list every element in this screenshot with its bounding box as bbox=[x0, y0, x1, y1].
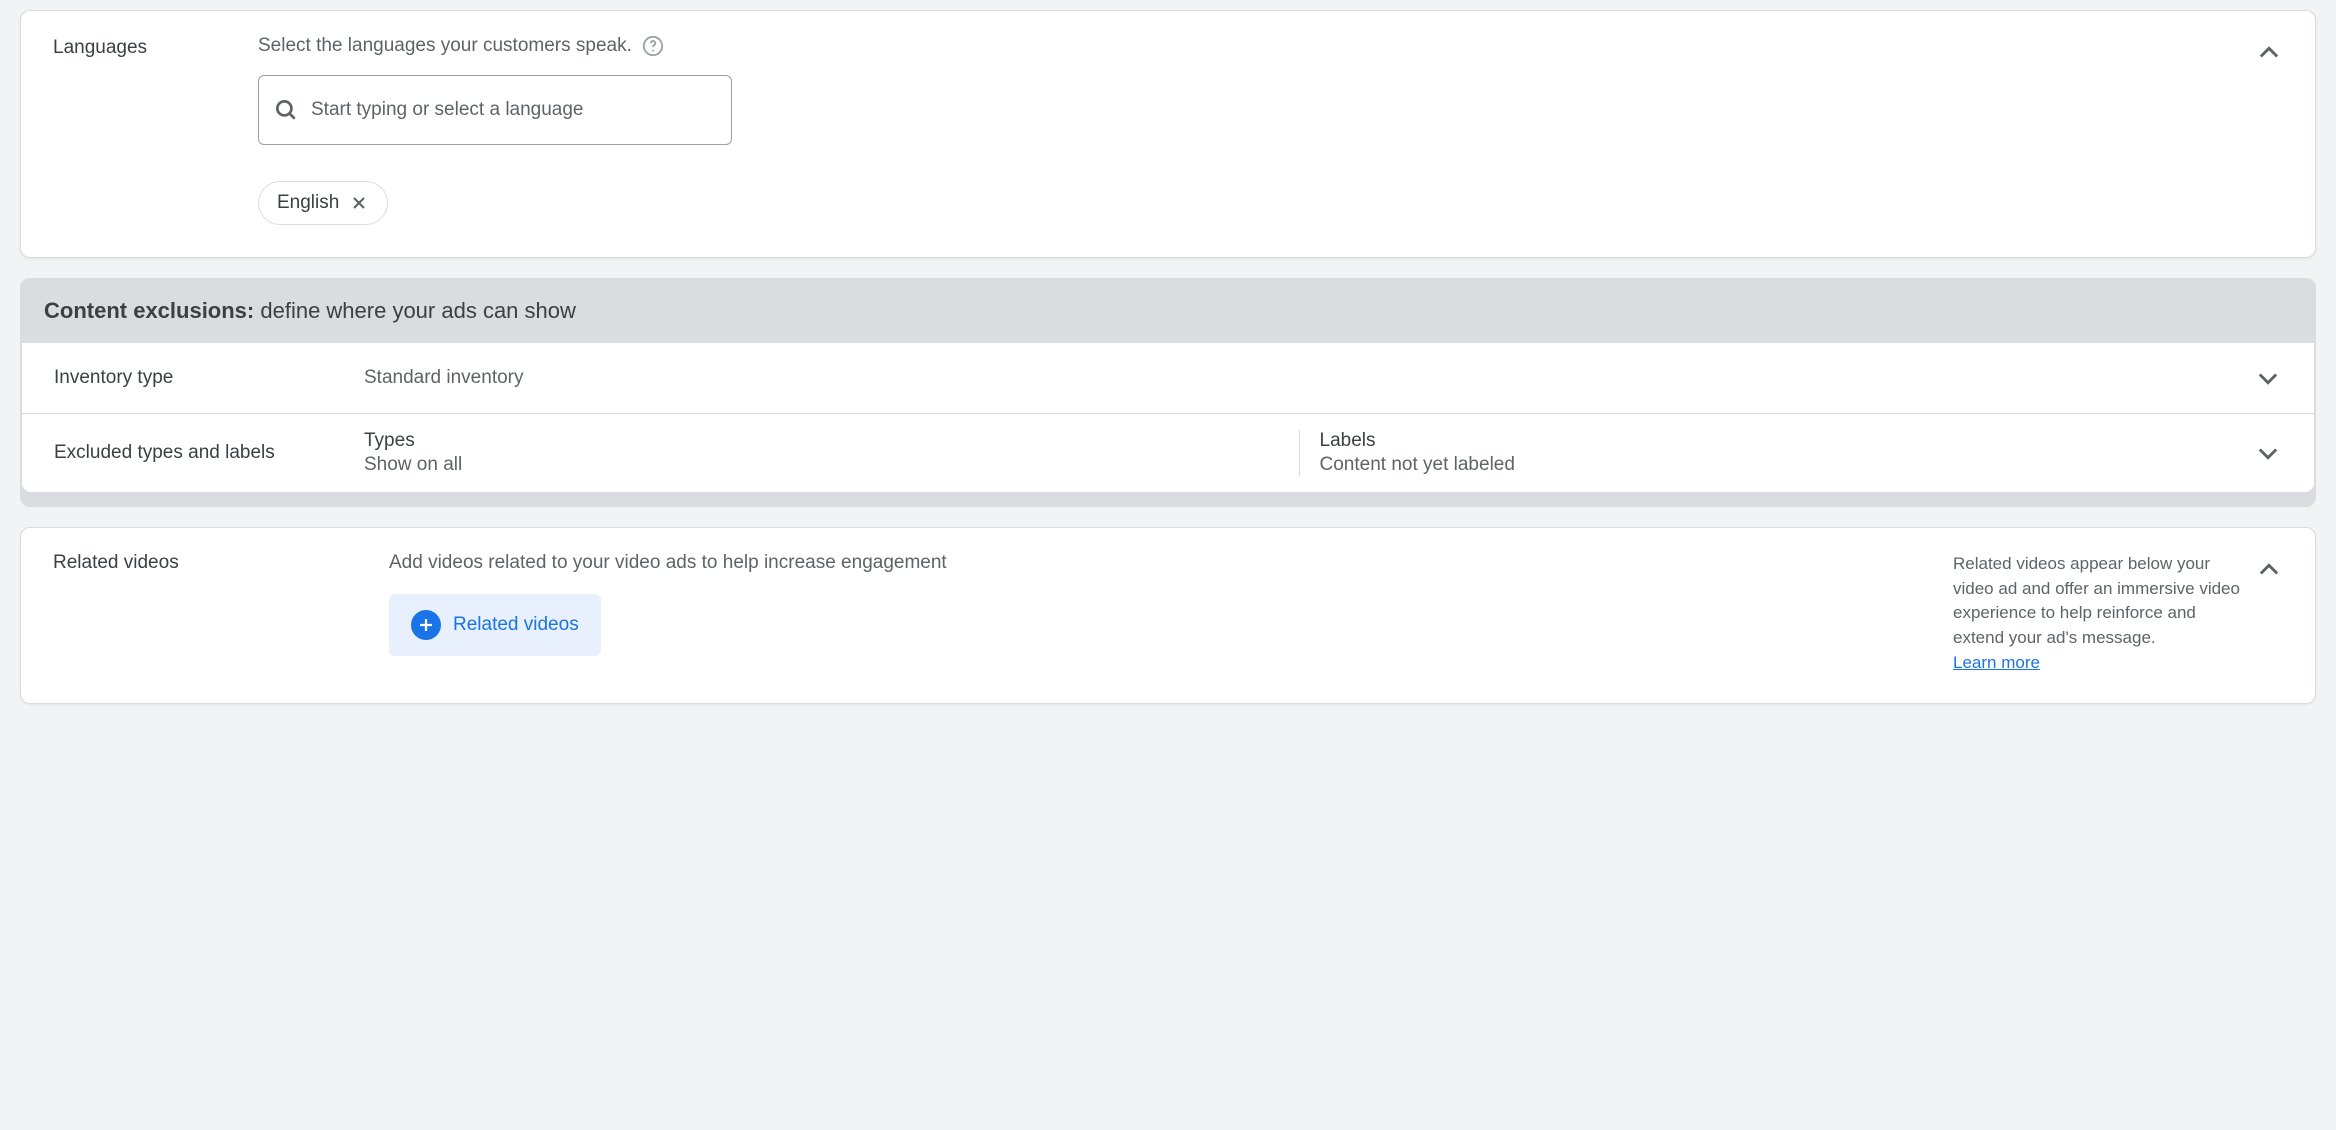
excluded-labels-value: Content not yet labeled bbox=[1320, 454, 2235, 476]
languages-helper-row: Select the languages your customers spea… bbox=[258, 35, 2283, 57]
excluded-types-labels-row[interactable]: Excluded types and labels Types Show on … bbox=[21, 414, 2315, 493]
excluded-types-col: Types Show on all bbox=[364, 430, 1299, 476]
chevron-down-icon[interactable] bbox=[2254, 364, 2282, 392]
search-icon bbox=[273, 97, 299, 123]
learn-more-link[interactable]: Learn more bbox=[1953, 653, 2040, 672]
related-videos-card: Related videos Add videos related to you… bbox=[20, 527, 2316, 704]
plus-icon bbox=[411, 610, 441, 640]
languages-card-inner: Languages Select the languages your cust… bbox=[21, 11, 2315, 257]
related-videos-info-text: Related videos appear below your video a… bbox=[1953, 554, 2240, 647]
excluded-labels-col: Labels Content not yet labeled bbox=[1299, 430, 2255, 476]
languages-helper-text: Select the languages your customers spea… bbox=[258, 35, 632, 57]
inventory-type-row-inner: Inventory type Standard inventory bbox=[22, 343, 2314, 413]
inventory-type-row[interactable]: Inventory type Standard inventory bbox=[21, 342, 2315, 414]
excluded-types-labels-label: Excluded types and labels bbox=[54, 442, 364, 464]
excluded-types-title: Types bbox=[364, 430, 1279, 452]
chevron-down-icon[interactable] bbox=[2254, 439, 2282, 467]
help-icon[interactable] bbox=[642, 35, 664, 57]
excluded-types-value: Show on all bbox=[364, 454, 1279, 476]
content-exclusions-section: Content exclusions: define where your ad… bbox=[20, 278, 2316, 507]
languages-card: Languages Select the languages your cust… bbox=[20, 10, 2316, 258]
collapse-button[interactable] bbox=[2251, 35, 2287, 71]
content-exclusions-header: Content exclusions: define where your ad… bbox=[20, 278, 2316, 342]
languages-body: Select the languages your customers spea… bbox=[258, 35, 2283, 225]
related-videos-main: Add videos related to your video ads to … bbox=[389, 552, 1929, 675]
language-search-box[interactable] bbox=[258, 75, 732, 145]
inventory-type-value: Standard inventory bbox=[364, 367, 2254, 389]
related-videos-button-label: Related videos bbox=[453, 614, 579, 636]
related-videos-button[interactable]: Related videos bbox=[389, 594, 601, 656]
excluded-types-labels-inner: Excluded types and labels Types Show on … bbox=[22, 414, 2314, 492]
content-exclusions-title-rest: define where your ads can show bbox=[254, 298, 576, 323]
language-chip-english[interactable]: English bbox=[258, 181, 388, 225]
related-videos-label: Related videos bbox=[53, 552, 365, 675]
content-exclusions-title-bold: Content exclusions: bbox=[44, 298, 254, 323]
related-videos-description: Add videos related to your video ads to … bbox=[389, 552, 1929, 574]
languages-label: Languages bbox=[53, 35, 258, 225]
collapse-button[interactable] bbox=[2251, 552, 2287, 588]
excluded-labels-title: Labels bbox=[1320, 430, 2235, 452]
close-icon[interactable] bbox=[349, 193, 369, 213]
inventory-type-label: Inventory type bbox=[54, 367, 364, 389]
chip-label: English bbox=[277, 192, 339, 214]
language-chips: English bbox=[258, 181, 2283, 225]
related-videos-inner: Related videos Add videos related to you… bbox=[21, 528, 2315, 703]
excluded-columns: Types Show on all Labels Content not yet… bbox=[364, 430, 2254, 476]
language-search-input[interactable] bbox=[311, 99, 717, 121]
related-videos-info: Related videos appear below your video a… bbox=[1953, 552, 2243, 675]
